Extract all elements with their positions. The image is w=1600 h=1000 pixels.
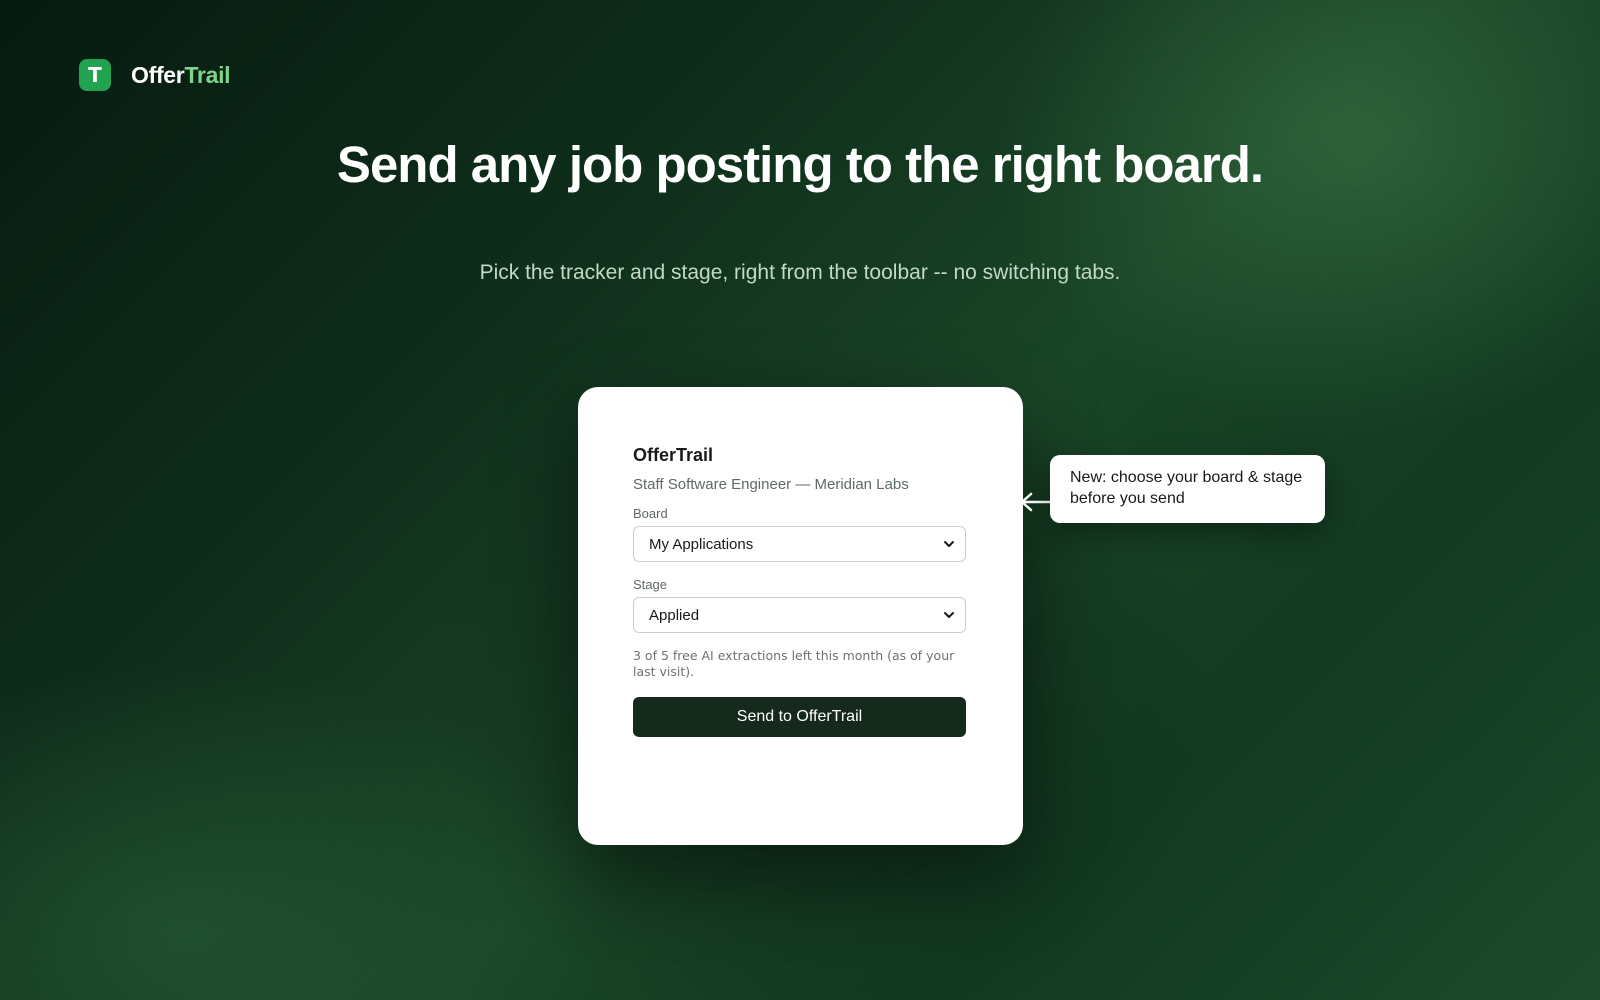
logo-icon: T [79,59,111,91]
job-posting-title: Staff Software Engineer — Meridian Labs [633,476,909,493]
board-select[interactable]: My Applications [633,526,966,562]
popup-content: OfferTrail Staff Software Engineer — Mer… [633,443,968,737]
brand-name-part2: Trail [184,61,231,88]
board-select-value: My Applications [649,535,754,553]
quota-notice: 3 of 5 free AI extractions left this mon… [633,648,955,679]
brand-name: OfferTrail [131,61,231,89]
brand-name-part1: Offer [131,61,185,88]
arrow-left-icon [1020,492,1052,512]
chevron-down-icon [943,609,955,621]
page-subheadline: Pick the tracker and stage, right from t… [479,261,1121,284]
extension-popup-card: OfferTrail Staff Software Engineer — Mer… [578,387,1023,845]
page-headline: Send any job posting to the right board. [336,136,1264,193]
stage-label: Stage [633,577,667,592]
popup-title: OfferTrail [633,445,714,465]
feature-callout: New: choose your board & stage before yo… [1050,455,1325,523]
brand-logo[interactable]: T OfferTrail [79,59,231,91]
send-button[interactable]: Send to OfferTrail [633,697,966,737]
chevron-down-icon [943,538,955,550]
callout-text: New: choose your board & stage before yo… [1070,469,1303,507]
stage-select-value: Applied [649,606,700,624]
board-label: Board [633,506,668,521]
stage-select[interactable]: Applied [633,597,966,633]
